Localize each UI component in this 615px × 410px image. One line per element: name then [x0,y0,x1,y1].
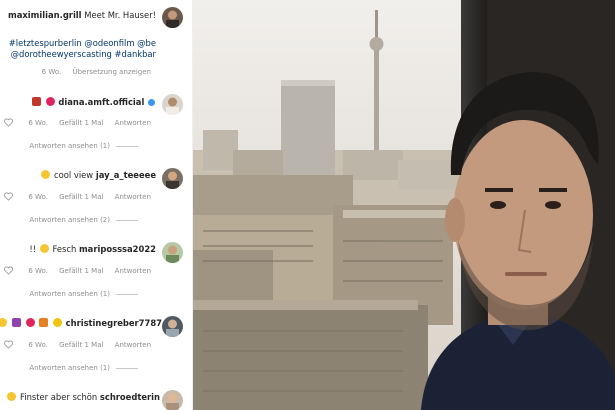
commenter-avatar[interactable] [162,168,183,189]
replies-line [116,145,138,147]
replies-line [116,367,138,369]
view-replies-button[interactable]: Antworten ansehen (1) [29,364,138,372]
emoji-icon [0,318,8,327]
emoji-icon [41,170,51,179]
caption-meta: 6 Wo. Übersetzung anzeigen [33,68,151,76]
comment-likes[interactable]: Gefällt 1 Mal [59,267,103,275]
view-replies-label: Antworten ansehen (1) [29,142,110,150]
replies-line [116,293,138,295]
emoji-icon [39,318,49,327]
view-replies-button[interactable]: Antworten ansehen (1) [29,290,138,298]
emoji-icon [52,318,62,327]
heart-icon[interactable] [4,340,13,349]
comment-meta: 6 Wo. Gefällt 1 Mal Antworten [19,119,151,127]
comment-likes[interactable]: Gefällt 1 Mal [59,119,103,127]
view-replies-label: Antworten ansehen (1) [29,290,110,298]
replies-line [116,219,138,221]
comment-meta: 6 Wo. Gefällt 1 Mal Antworten [19,341,151,349]
emoji-icon [39,244,49,253]
comment-age: 6 Wo. [28,119,48,127]
comment-body: Finster aber schön [20,392,98,402]
heart-icon[interactable] [4,118,13,127]
comment-likes[interactable]: Gefällt 1 Mal [59,341,103,349]
comment-body: cool view [54,170,94,180]
comment-body-suffix: !! [29,244,37,254]
emoji-icon [7,392,17,401]
comment-item: diana.amft.official 6 Wo. Gefällt 1 Mal … [0,92,192,157]
heart-emoji-icon [45,97,55,106]
comment-username[interactable]: jay_a_teeeee [96,170,156,180]
emoji-icon [11,318,21,327]
heart-emoji-icon [25,318,35,327]
author-avatar[interactable] [162,7,183,28]
comment-username[interactable]: mariposssa2022 [79,244,156,254]
comment-text: diana.amft.official [31,97,156,108]
author-username[interactable]: maximilian.grill [8,10,82,20]
post-caption: maximilian.grill Meet Mr. Hauser! #letzt… [0,6,192,80]
caption-age: 6 Wo. [41,68,62,76]
comment-likes[interactable]: Gefällt 1 Mal [59,193,103,201]
commenter-avatar[interactable] [162,94,183,115]
view-replies-label: Antworten ansehen (1) [29,364,110,372]
view-replies-button[interactable]: Antworten ansehen (1) [29,142,138,150]
comment-age: 6 Wo. [28,193,48,201]
reply-button[interactable]: Antworten [115,119,151,127]
comment-username[interactable]: christinegreber7787 [66,318,162,328]
emoji-icon [32,97,41,106]
comment-text: cool view jay_a_teeeee [40,170,156,181]
view-replies-label: Antworten ansehen (2) [29,216,110,224]
comment-body: Fesch [52,244,77,254]
comment-item: !! Fesch mariposssa2022 6 Wo. Gefällt 1 … [0,240,192,305]
post-photo[interactable] [193,0,615,410]
reply-button[interactable]: Antworten [115,341,151,349]
reply-button[interactable]: Antworten [115,193,151,201]
comment-username[interactable]: diana.amft.official [58,97,144,107]
comments-panel: maximilian.grill Meet Mr. Hauser! #letzt… [0,0,193,410]
comment-item: christinegreber7787 6 Wo. Gefällt 1 Mal … [0,314,192,379]
comment-text: christinegreber7787 [0,318,162,329]
comment-age: 6 Wo. [28,341,48,349]
verified-badge-icon [148,99,155,106]
comment-meta: 6 Wo. Gefällt 1 Mal Antworten [19,193,151,201]
comment-age: 6 Wo. [28,267,48,275]
caption-hashtags-line2[interactable]: @dorotheewyerscasting #dankbar [11,49,156,60]
commenter-avatar[interactable] [162,242,183,263]
caption-text: maximilian.grill Meet Mr. Hauser! [8,10,156,21]
heart-icon[interactable] [4,266,13,275]
comment-username[interactable]: schroedterin [100,392,160,402]
comment-meta: 6 Wo. Gefällt 1 Mal Antworten [19,267,151,275]
heart-icon[interactable] [4,192,13,201]
comment-item: cool view jay_a_teeeee 6 Wo. Gefällt 1 M… [0,166,192,231]
translate-link[interactable]: Übersetzung anzeigen [72,68,151,76]
commenter-avatar[interactable] [162,316,183,337]
comment-text: Finster aber schön schroedterin [6,392,160,403]
instagram-post-view: maximilian.grill Meet Mr. Hauser! #letzt… [0,0,615,410]
reply-button[interactable]: Antworten [115,267,151,275]
caption-body: Meet Mr. Hauser! [84,10,156,20]
post-image [193,0,615,410]
comment-text: !! Fesch mariposssa2022 [29,244,156,255]
view-replies-button[interactable]: Antworten ansehen (2) [29,216,138,224]
comment-item: Finster aber schön schroedterin [0,388,192,410]
caption-hashtags-line1[interactable]: #letztespurberlin @odeonfilm @be [9,38,156,49]
commenter-avatar[interactable] [162,390,183,410]
